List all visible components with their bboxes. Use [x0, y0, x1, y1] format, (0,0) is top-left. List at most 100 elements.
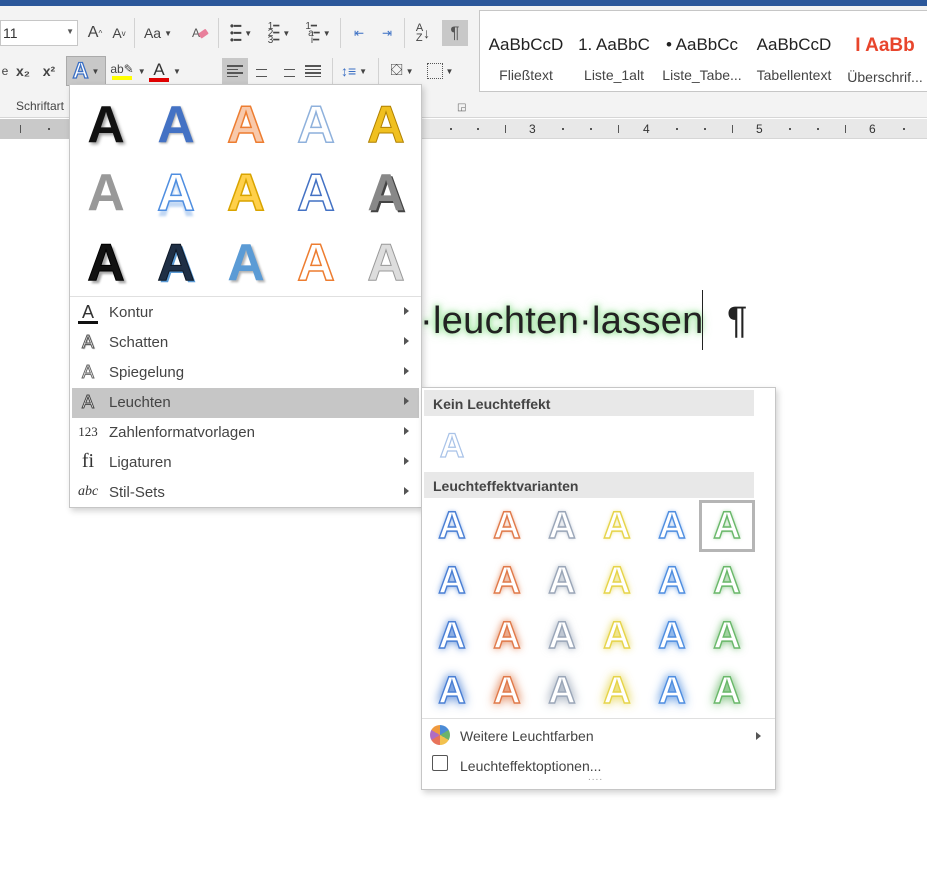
glow-variant-2-2[interactable]: A [479, 555, 535, 607]
effect-gray[interactable]: A [71, 158, 141, 228]
change-case-button[interactable]: Aa ▼ [140, 20, 176, 46]
grow-font-button[interactable]: A ^ [84, 20, 106, 46]
effect-blue-outline[interactable]: A [281, 90, 351, 160]
font-size-box[interactable]: 11 ▼ [0, 20, 78, 46]
glow-variant-2-4[interactable]: A [589, 555, 645, 607]
glow-variant-4-1[interactable]: A [424, 665, 480, 717]
glow-variant-1-6[interactable]: A [699, 500, 755, 552]
strikethrough-button[interactable]: e [0, 58, 10, 84]
glow-variant-4-4[interactable]: A [589, 665, 645, 717]
line-spacing-button[interactable]: ↕≡ ▼ [336, 58, 372, 84]
dialog-launcher-icon[interactable]: ◲ [457, 102, 466, 113]
text-effects-button[interactable]: A ▼ [66, 56, 106, 86]
shrink-font-button[interactable]: Av [108, 20, 130, 46]
effect-blue-bevel[interactable]: A [211, 228, 281, 298]
effect-blue-reflection[interactable]: A [141, 158, 211, 228]
menu-divider [70, 296, 421, 297]
line-spacing-icon: ↕≡ [340, 63, 357, 79]
change-case-label: Aa [143, 25, 162, 41]
glow-variant-1-3[interactable]: A [534, 500, 590, 552]
clear-formatting-button[interactable]: A [188, 20, 212, 46]
effect-blue-light[interactable]: A [281, 158, 351, 228]
style-name: Fließtext [499, 67, 553, 83]
effect-black-bold[interactable]: A [71, 228, 141, 298]
effect-yellow[interactable]: A [211, 158, 281, 228]
effect-blue[interactable]: A [141, 90, 211, 160]
ruler-tick [48, 128, 50, 130]
style-item[interactable]: AaBbCcD Fließtext [482, 11, 570, 91]
menu-item-schatten[interactable]: A Schatten [72, 328, 419, 358]
menu-item-leuchten[interactable]: A Leuchten [72, 388, 419, 418]
menu-item-kontur[interactable]: A Kontur [72, 298, 419, 328]
numbering-button[interactable]: 1━ 2━ 3━ ▼ [262, 20, 296, 46]
shading-button[interactable]: ⛋ ▼ [382, 58, 422, 84]
effect-gold[interactable]: A [351, 90, 421, 160]
superscript-button[interactable]: x² [38, 58, 60, 84]
glow-variant-1-1[interactable]: A [424, 500, 480, 552]
sort-button[interactable]: A Z ↓ [410, 20, 436, 46]
glow-variant-4-5[interactable]: A [644, 665, 700, 717]
effect-orange[interactable]: A [281, 228, 351, 298]
menu-item-label: Kontur [109, 304, 154, 321]
style-item[interactable]: I AaBb Überschrif... [840, 11, 927, 91]
align-left-button[interactable] [222, 58, 248, 84]
align-right-button[interactable] [274, 58, 300, 84]
glow-variant-3-3[interactable]: A [534, 610, 590, 662]
glow-variant-4-2[interactable]: A [479, 665, 535, 717]
glow-variant-2-6[interactable]: A [699, 555, 755, 607]
glow-variant-3-4[interactable]: A [589, 610, 645, 662]
font-color-button[interactable]: A ▼ [148, 58, 182, 84]
menu-item-stil-sets[interactable]: abc Stil-Sets [72, 478, 419, 508]
decrease-indent-button[interactable]: ⇤ [346, 20, 372, 46]
multilevel-list-button[interactable]: 1━ a━ i━ ▼ [300, 20, 336, 46]
resize-grip[interactable]: .... [588, 772, 603, 783]
style-item[interactable]: AaBbCcD Tabellentext [750, 11, 838, 91]
menu-item-zahlenformatvorlagen[interactable]: 123 Zahlenformatvorlagen [72, 418, 419, 448]
style-item[interactable]: 1. AaBbC Liste_1alt [570, 11, 658, 91]
menu-item-spiegelung[interactable]: A Spiegelung [72, 358, 419, 388]
glow-variant-2-3[interactable]: A [534, 555, 590, 607]
document-glow-text[interactable]: ·leuchten·lassen [420, 300, 704, 343]
glow-variant-4-6[interactable]: A [699, 665, 755, 717]
glow-variant-3-6[interactable]: A [699, 610, 755, 662]
glow-variant-1-2[interactable]: A [479, 500, 535, 552]
glow-variant-4-3[interactable]: A [534, 665, 590, 717]
svg-text:A: A [192, 26, 200, 40]
highlight-button[interactable]: ab✎ ▼ [108, 58, 148, 84]
effect-black-shadow[interactable]: A [71, 90, 141, 160]
ruler-tick [477, 128, 479, 130]
align-center-button[interactable] [248, 58, 274, 84]
chevron-right-icon [404, 307, 409, 315]
chevron-down-icon[interactable]: ▼ [66, 27, 74, 36]
justify-button[interactable] [300, 58, 326, 84]
glow-variant-2-1[interactable]: A [424, 555, 480, 607]
show-formatting-button[interactable]: ¶ [442, 20, 468, 46]
style-item[interactable]: • AaBbCc Liste_Tabe... [658, 11, 746, 91]
menu-divider [422, 718, 775, 719]
menu-item-ligaturen[interactable]: fi Ligaturen [72, 448, 419, 478]
borders-button[interactable]: ▼ [422, 58, 458, 84]
separator [340, 18, 341, 48]
ligaturen-icon: fi [81, 450, 95, 472]
effect-orange-outline[interactable]: A [211, 90, 281, 160]
glow-options-label: Leuchteffektoptionen... [460, 758, 602, 774]
more-glow-colors[interactable]: Weitere Leuchtfarben [426, 722, 771, 750]
effect-silver[interactable]: A [351, 228, 421, 298]
effect-gray-3d[interactable]: A [351, 158, 421, 228]
glow-variant-1-4[interactable]: A [589, 500, 645, 552]
text-effects-menu: A A A A A A A A A A A A A A A A Kontur A… [69, 84, 422, 508]
glow-variant-1-5[interactable]: A [644, 500, 700, 552]
no-glow-option[interactable]: A [424, 420, 480, 472]
glow-variant-3-1[interactable]: A [424, 610, 480, 662]
subscript-button[interactable]: x₂ [12, 58, 34, 84]
font-size-value: 11 [3, 25, 18, 41]
separator [134, 18, 135, 48]
glow-variant-3-5[interactable]: A [644, 610, 700, 662]
effect-dark-blue[interactable]: A [141, 228, 211, 298]
bullets-button[interactable]: •━ •━ •━ ▼ [224, 20, 258, 46]
glow-variant-3-2[interactable]: A [479, 610, 535, 662]
glow-variant-2-5[interactable]: A [644, 555, 700, 607]
increase-indent-button[interactable]: ⇥ [374, 20, 400, 46]
separator [404, 18, 405, 48]
strikethrough-icon: e [1, 64, 9, 78]
